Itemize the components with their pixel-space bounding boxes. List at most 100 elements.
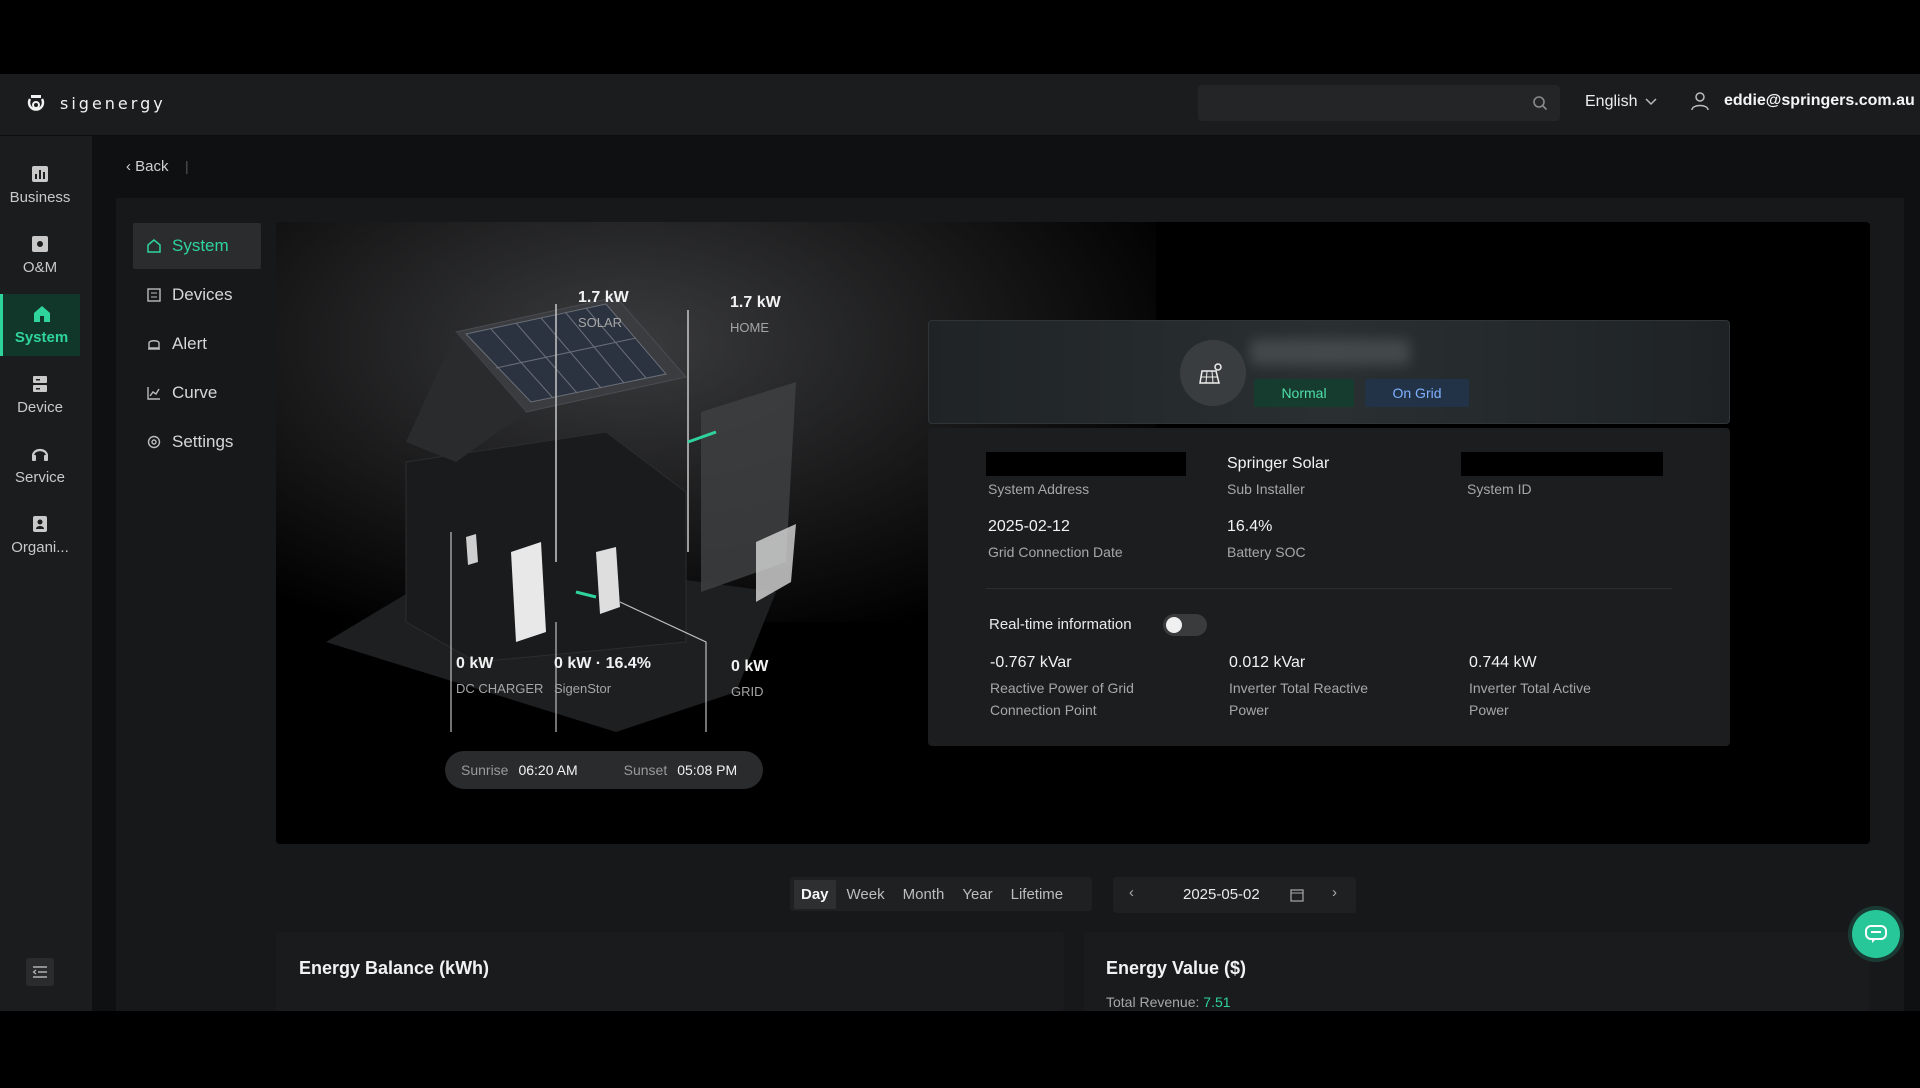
home-icon	[147, 239, 161, 253]
brand-logo[interactable]: sigenergy	[26, 92, 166, 114]
sidebar-item-business[interactable]: Business	[0, 154, 80, 216]
chevron-right-icon[interactable]: ›	[1332, 884, 1337, 901]
home-power-value: 1.7 kW	[730, 294, 781, 311]
dc-charger-icon	[466, 534, 478, 565]
period-month[interactable]: Month	[896, 880, 952, 909]
system-address-key: System Address	[988, 481, 1090, 497]
sub-installer-value: Springer Solar	[1227, 455, 1330, 472]
grid-connection-date-value: 2025-02-12	[988, 518, 1070, 535]
top-bar: sigenergy English eddie@springers.com.au	[0, 74, 1920, 136]
subnav-alert[interactable]: Alert	[133, 321, 261, 367]
sidebar-collapse-button[interactable]	[26, 958, 54, 986]
language-label: English	[1585, 93, 1638, 110]
subnav-label: System	[172, 236, 229, 255]
subnav-label: Devices	[172, 285, 233, 304]
sun-times: Sunrise 06:20 AM Sunset 05:08 PM	[445, 751, 763, 789]
period-selector: Day Week Month Year Lifetime	[790, 877, 1092, 911]
sub-installer-key: Sub Installer	[1227, 481, 1305, 497]
subnav-label: Alert	[172, 334, 207, 353]
grid-label: GRID	[731, 684, 764, 699]
sidebar-item-system[interactable]: System	[0, 294, 80, 356]
gear-icon	[147, 435, 161, 449]
headset-icon	[31, 448, 49, 461]
home-label: HOME	[730, 320, 769, 335]
system-avatar	[1180, 340, 1246, 406]
reactive-power-grid-value: -0.767 kVar	[990, 654, 1072, 671]
energy-value-title: Energy Value ($)	[1106, 958, 1247, 978]
period-lifetime[interactable]: Lifetime	[1004, 880, 1071, 909]
chat-support-button[interactable]	[1852, 910, 1900, 958]
section-divider	[986, 588, 1672, 589]
system-name-redacted	[1250, 339, 1410, 365]
inverter-reactive-power-value: 0.012 kVar	[1229, 654, 1306, 671]
back-link[interactable]: ‹ Back	[126, 158, 169, 175]
status-badge-on-grid: On Grid	[1365, 379, 1469, 407]
sigenstor-battery-icon	[511, 542, 546, 642]
system-address-redacted	[986, 452, 1186, 476]
chevron-left-icon[interactable]: ‹	[1129, 884, 1134, 901]
breadcrumb-separator: |	[185, 158, 189, 174]
server-icon	[33, 375, 47, 392]
status-badge-normal: Normal	[1254, 379, 1354, 407]
sidebar-item-om[interactable]: O&M	[0, 224, 80, 286]
total-revenue-value: 7.51	[1203, 994, 1231, 1010]
period-week[interactable]: Week	[840, 880, 892, 909]
subnav-devices[interactable]: Devices	[133, 272, 261, 318]
solar-system-icon	[1199, 363, 1222, 384]
search-input[interactable]	[1198, 85, 1560, 121]
inverter-active-power-key-1: Inverter Total Active	[1469, 680, 1591, 696]
user-menu[interactable]: eddie@springers.com.au	[1690, 91, 1915, 111]
realtime-info-label: Real-time information	[989, 616, 1132, 633]
calendar-icon[interactable]	[1290, 888, 1304, 902]
period-day[interactable]: Day	[794, 879, 836, 909]
search-icon[interactable]	[1532, 95, 1548, 111]
chevron-left-icon: ‹	[126, 158, 131, 175]
total-revenue-label: Total Revenue:	[1106, 994, 1200, 1010]
system-id-redacted	[1461, 452, 1663, 476]
solar-power-value: 1.7 kW	[578, 289, 629, 306]
sidebar-item-device[interactable]: Device	[0, 364, 80, 426]
wrench-icon	[32, 235, 48, 252]
sidebar-item-label: System	[14, 328, 69, 346]
menu-collapse-icon	[32, 966, 47, 978]
sunrise-time: 06:20 AM	[518, 762, 578, 778]
inverter-icon	[596, 547, 620, 614]
subnav-system[interactable]: System	[133, 223, 261, 269]
sidebar-item-label: Organi...	[11, 538, 69, 556]
dc-charger-power-value: 0 kW	[456, 655, 494, 672]
sunset-label: Sunset	[623, 762, 668, 778]
system-id-key: System ID	[1467, 481, 1532, 497]
device-list-icon	[147, 288, 161, 302]
language-select[interactable]: English	[1585, 93, 1658, 111]
grid-connection-date-key: Grid Connection Date	[988, 544, 1123, 560]
subnav-curve[interactable]: Curve	[133, 370, 261, 416]
home-icon	[33, 305, 50, 322]
sigenstor-label: SigenStor	[554, 681, 612, 696]
inverter-active-power-key-2: Power	[1469, 702, 1509, 718]
period-year[interactable]: Year	[955, 880, 999, 909]
sidebar-item-label: Device	[17, 398, 63, 416]
sunset-time: 05:08 PM	[677, 762, 738, 778]
sigenergy-logo-icon	[27, 95, 45, 111]
subnav-settings[interactable]: Settings	[133, 419, 261, 465]
sidebar-item-label: Business	[9, 188, 71, 206]
sunrise-label: Sunrise	[461, 762, 509, 778]
sidebar-item-label: Service	[14, 468, 66, 486]
sidebar-item-organization[interactable]: Organi...	[0, 504, 80, 566]
solar-label: SOLAR	[578, 315, 623, 330]
sigenstor-value: 0 kW · 16.4%	[554, 655, 651, 672]
selected-date[interactable]: 2025-05-02	[1183, 886, 1260, 903]
energy-balance-title: Energy Balance (kWh)	[299, 958, 490, 978]
chevron-down-icon	[1645, 98, 1658, 106]
sidebar-item-service[interactable]: Service	[0, 434, 80, 496]
realtime-info-toggle[interactable]	[1163, 614, 1207, 636]
inverter-reactive-power-key-1: Inverter Total Reactive	[1229, 680, 1369, 696]
main-sidebar: Business O&M System Device Service Organ…	[0, 136, 92, 1011]
inverter-active-power-value: 0.744 kW	[1469, 654, 1537, 671]
battery-soc-key: Battery SOC	[1227, 544, 1306, 560]
user-icon	[1691, 92, 1709, 111]
total-revenue: Total Revenue: 7.51	[1106, 994, 1231, 1010]
dc-charger-label: DC CHARGER	[456, 681, 544, 696]
id-card-icon	[33, 515, 47, 532]
date-picker[interactable]: ‹ 2025-05-02 ›	[1113, 877, 1356, 913]
